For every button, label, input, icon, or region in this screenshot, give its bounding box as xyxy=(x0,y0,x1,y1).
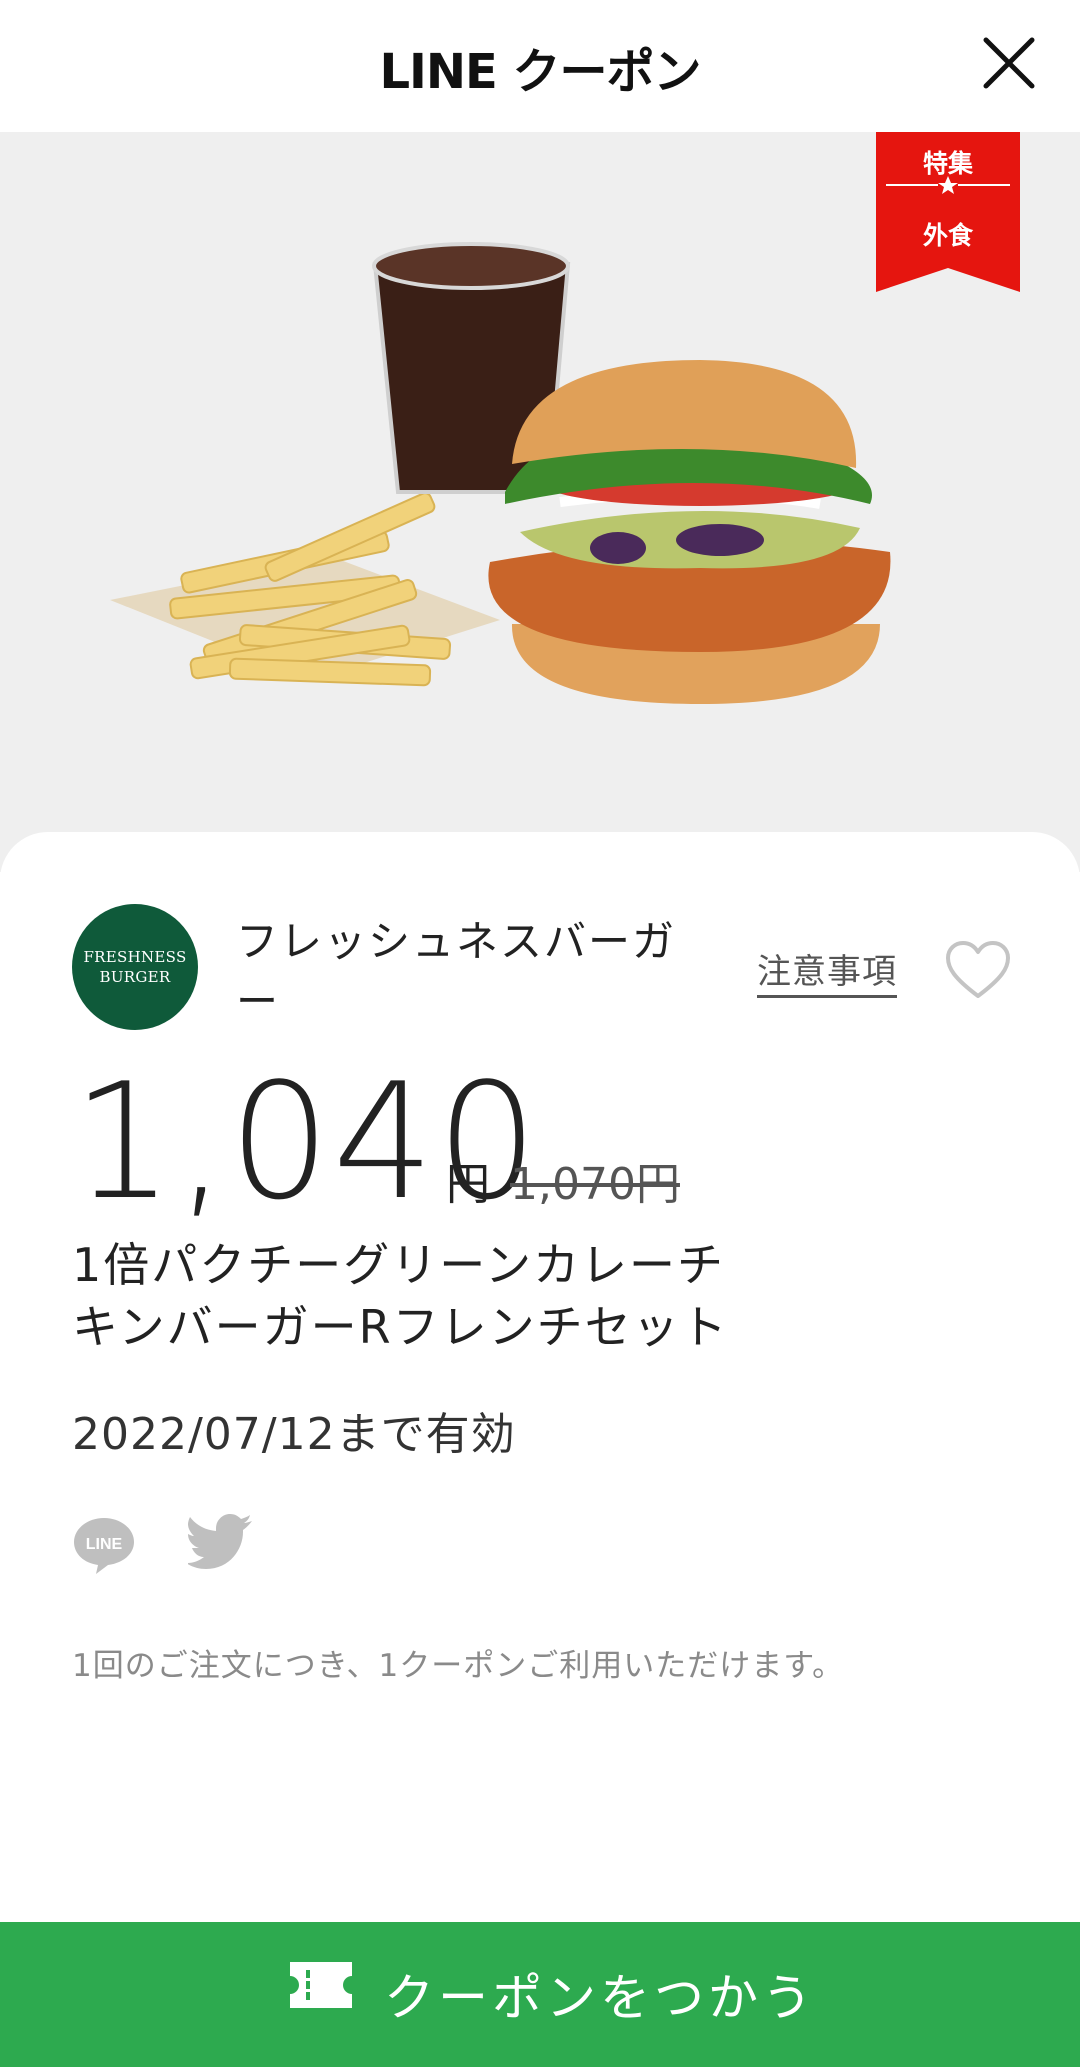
use-coupon-label: クーポンをつかう xyxy=(384,1969,816,2027)
store-logo-text: FRESHNESS xyxy=(83,948,187,966)
store-name: フレッシュネスバーガー xyxy=(236,917,677,1026)
use-coupon-button[interactable]: クーポンをつかう xyxy=(0,1922,1080,2067)
line-share-label: LINE xyxy=(86,1536,123,1553)
usage-note: 1回のご注文につき、1クーポンご利用いただけます。 xyxy=(72,1648,845,1684)
ribbon-label-feature: 特集 xyxy=(922,149,973,178)
feature-ribbon: 特集 外食 xyxy=(876,132,1020,292)
app-title: LINE クーポン xyxy=(379,44,701,100)
ticket-icon xyxy=(290,1962,352,2008)
coupon-hero-image: 特集 外食 xyxy=(0,132,1080,872)
product-name: 1倍パクチーグリーンカレーチキンバーガーRフレンチセット xyxy=(72,1238,729,1354)
price-unit: 円 xyxy=(446,1159,490,1210)
heart-outline-icon[interactable] xyxy=(944,940,1012,1000)
store-logo: FRESHNESS BURGER xyxy=(72,904,198,1030)
close-icon[interactable] xyxy=(980,34,1038,92)
line-share-icon[interactable]: LINE xyxy=(72,1512,136,1576)
store-logo-text: BURGER xyxy=(99,968,171,986)
validity-date: 2022/07/12まで有効 xyxy=(72,1409,516,1460)
original-price: 1,070円 xyxy=(510,1159,680,1210)
header-bar: LINE クーポン xyxy=(0,0,1080,132)
ribbon-label-category: 外食 xyxy=(922,221,973,250)
twitter-share-icon[interactable] xyxy=(186,1514,254,1572)
notice-link[interactable]: 注意事項 xyxy=(757,944,897,998)
